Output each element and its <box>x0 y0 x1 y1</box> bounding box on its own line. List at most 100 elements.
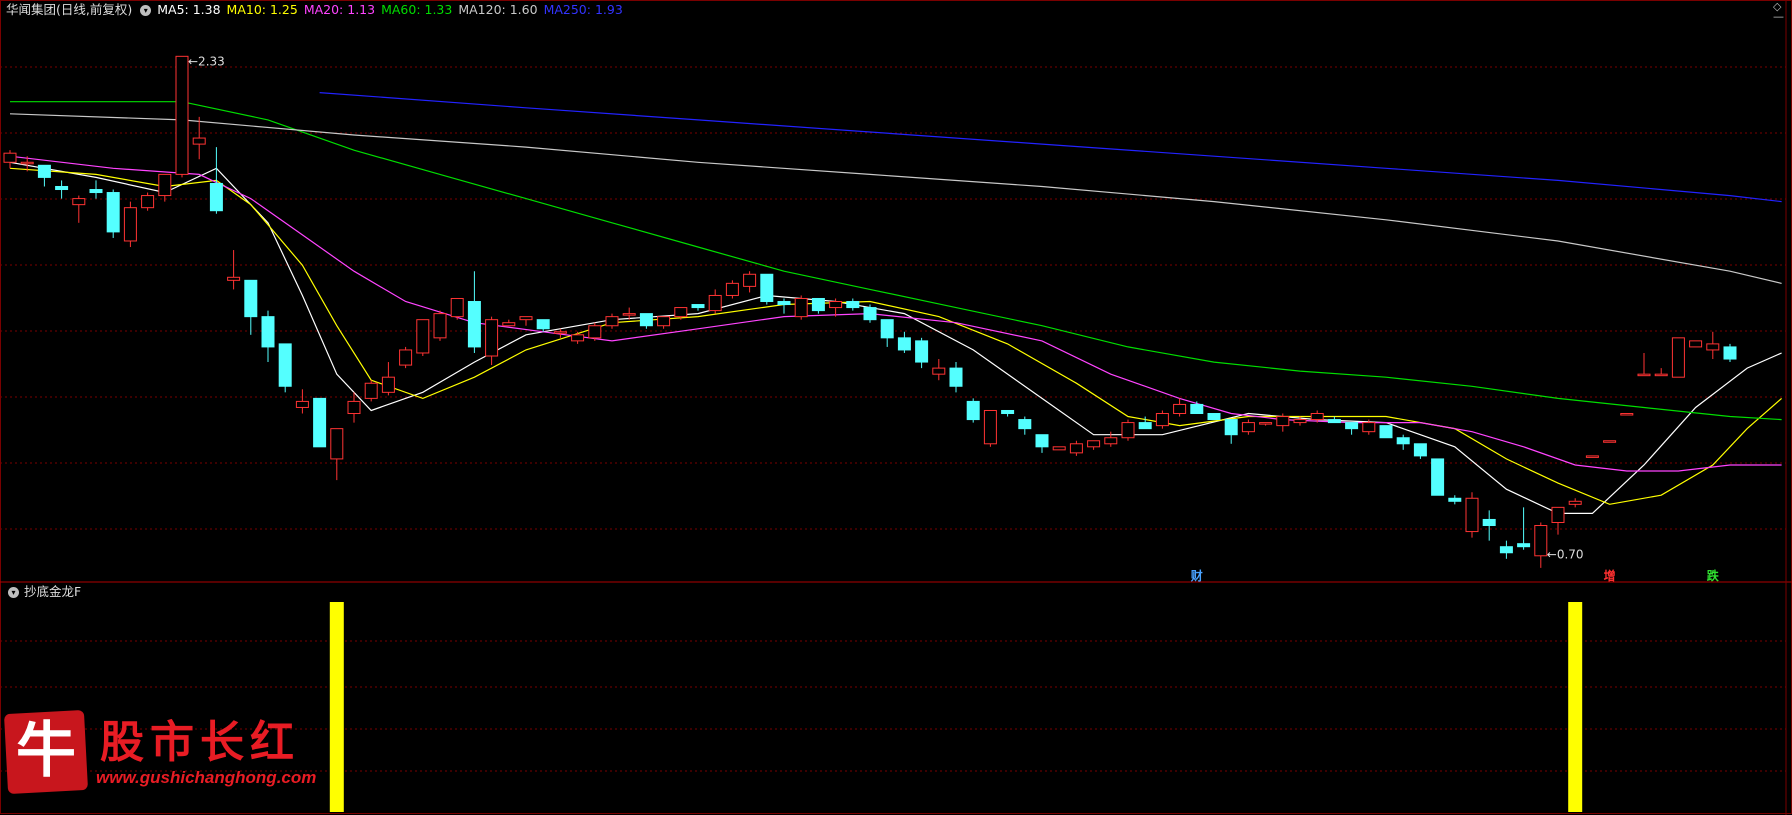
candle-body-19 <box>330 428 344 460</box>
candle-body-81 <box>1396 437 1410 445</box>
candle-body-1 <box>20 161 34 165</box>
ma-label-2: MA20: 1.13 <box>303 2 376 17</box>
candle-body-35 <box>605 316 619 327</box>
candle-body-24 <box>416 319 430 354</box>
candle-body-17 <box>295 400 309 408</box>
candle-body-4 <box>72 198 86 206</box>
candle-body-33 <box>571 334 585 342</box>
candle-body-41 <box>708 294 722 312</box>
ma-label-4: MA120: 1.60 <box>458 2 538 17</box>
candle-body-47 <box>811 297 825 312</box>
ma-line-ma60 <box>10 101 1782 421</box>
signal-bar-1 <box>1568 602 1583 812</box>
candle-body-78 <box>1345 422 1359 430</box>
candle-body-84 <box>1448 497 1462 502</box>
marker-0: 财 <box>1190 568 1203 583</box>
candle-body-52 <box>897 337 911 351</box>
indicator-circle-icon[interactable]: ▾ <box>8 586 19 598</box>
candle-body-56 <box>966 400 980 421</box>
candle-body-80 <box>1379 425 1393 439</box>
indicator-header: ▾ 抄底金龙F <box>6 583 81 601</box>
candle-body-13 <box>227 276 241 281</box>
candle-body-39 <box>674 307 688 318</box>
candle-body-32 <box>553 331 567 334</box>
candle-body-16 <box>278 343 292 387</box>
candle-body-18 <box>313 397 327 448</box>
candle-body-92 <box>1585 455 1599 458</box>
price-annotation-1: ←0.70 <box>1547 548 1584 562</box>
candle-body-65 <box>1121 422 1135 439</box>
candle-body-28 <box>485 319 499 357</box>
ma-line-ma10 <box>9 167 1782 505</box>
watermark-logo: 牛 股市长红 www.gushichanghong.com <box>3 709 316 795</box>
candle-body-62 <box>1069 443 1083 454</box>
candle-body-72 <box>1241 422 1255 433</box>
candle-body-8 <box>141 195 155 209</box>
marker-1: 增 <box>1604 568 1616 583</box>
candle-body-53 <box>915 340 929 363</box>
ma-line-ma5 <box>9 161 1782 515</box>
candle-body-46 <box>794 297 808 318</box>
candle-body-29 <box>502 322 516 327</box>
candle-body-48 <box>829 301 843 309</box>
candle-body-63 <box>1087 440 1101 448</box>
candle-body-2 <box>37 164 51 178</box>
candle-body-0 <box>3 152 17 163</box>
stock-title: 华闻集团(日线,前复权) <box>6 2 133 17</box>
ma-labels: MA5: 1.38 MA10: 1.25 MA20: 1.13 MA60: 1.33 M… <box>157 1 629 19</box>
candle-body-54 <box>932 367 946 375</box>
candle-body-7 <box>123 207 137 242</box>
candle-body-73 <box>1259 422 1273 425</box>
candle-body-60 <box>1035 434 1049 448</box>
corner-icons[interactable]: ◇ — <box>1773 1 1784 22</box>
logo-title: 股市长红 <box>100 717 300 768</box>
candle-body-23 <box>399 349 413 366</box>
ma-label-0: MA5: 1.38 <box>157 2 221 17</box>
candle-body-71 <box>1224 419 1238 436</box>
candle-body-70 <box>1207 413 1221 421</box>
candle-body-69 <box>1190 403 1204 415</box>
candle-body-88 <box>1517 543 1531 548</box>
ma-label-5: MA250: 1.93 <box>543 2 623 17</box>
settings-circle-icon[interactable]: ▾ <box>140 4 152 16</box>
ma-label-1: MA10: 1.25 <box>226 2 298 17</box>
candle-body-67 <box>1155 413 1169 427</box>
candle-body-38 <box>657 316 671 327</box>
indicator-title: 抄底金龙F <box>24 584 82 599</box>
candle-body-91 <box>1568 500 1582 505</box>
candle-body-86 <box>1482 518 1496 527</box>
candle-body-55 <box>949 367 963 387</box>
candle-body-98 <box>1689 340 1703 348</box>
candle-body-22 <box>381 376 395 393</box>
signal-bar-0 <box>329 602 344 812</box>
price-annotation-0: ←2.33 <box>188 54 225 68</box>
chart-frame <box>0 0 1792 814</box>
candle-body-64 <box>1104 437 1118 445</box>
candle-body-3 <box>55 185 69 191</box>
candle-body-9 <box>158 173 172 197</box>
candle-body-87 <box>1499 546 1513 554</box>
candle-body-5 <box>89 189 103 194</box>
candle-body-66 <box>1138 422 1152 430</box>
candle-body-94 <box>1620 413 1634 416</box>
candle-body-79 <box>1362 422 1376 433</box>
candle-body-21 <box>364 382 378 399</box>
candle-body-42 <box>725 282 739 296</box>
candle-body-37 <box>639 313 653 327</box>
candle-body-12 <box>209 182 223 212</box>
candle-body-58 <box>1001 409 1015 415</box>
ma-line-ma250 <box>319 92 1782 203</box>
candle-body-45 <box>777 301 791 306</box>
candle-body-26 <box>450 297 464 318</box>
candle-body-50 <box>863 307 877 321</box>
bull-badge-glyph: 牛 <box>16 716 76 786</box>
logo-url: www.gushichanghong.com <box>96 768 317 787</box>
candle-body-6 <box>106 192 120 233</box>
candle-body-20 <box>347 400 361 415</box>
candle-body-61 <box>1052 446 1066 451</box>
candle-body-97 <box>1671 337 1685 378</box>
kline-chart[interactable]: ←2.33 ←0.70 财 增 跌 <box>0 0 1792 815</box>
candle-body-68 <box>1173 403 1187 415</box>
candle-body-74 <box>1276 416 1290 427</box>
candle-body-34 <box>588 325 602 339</box>
